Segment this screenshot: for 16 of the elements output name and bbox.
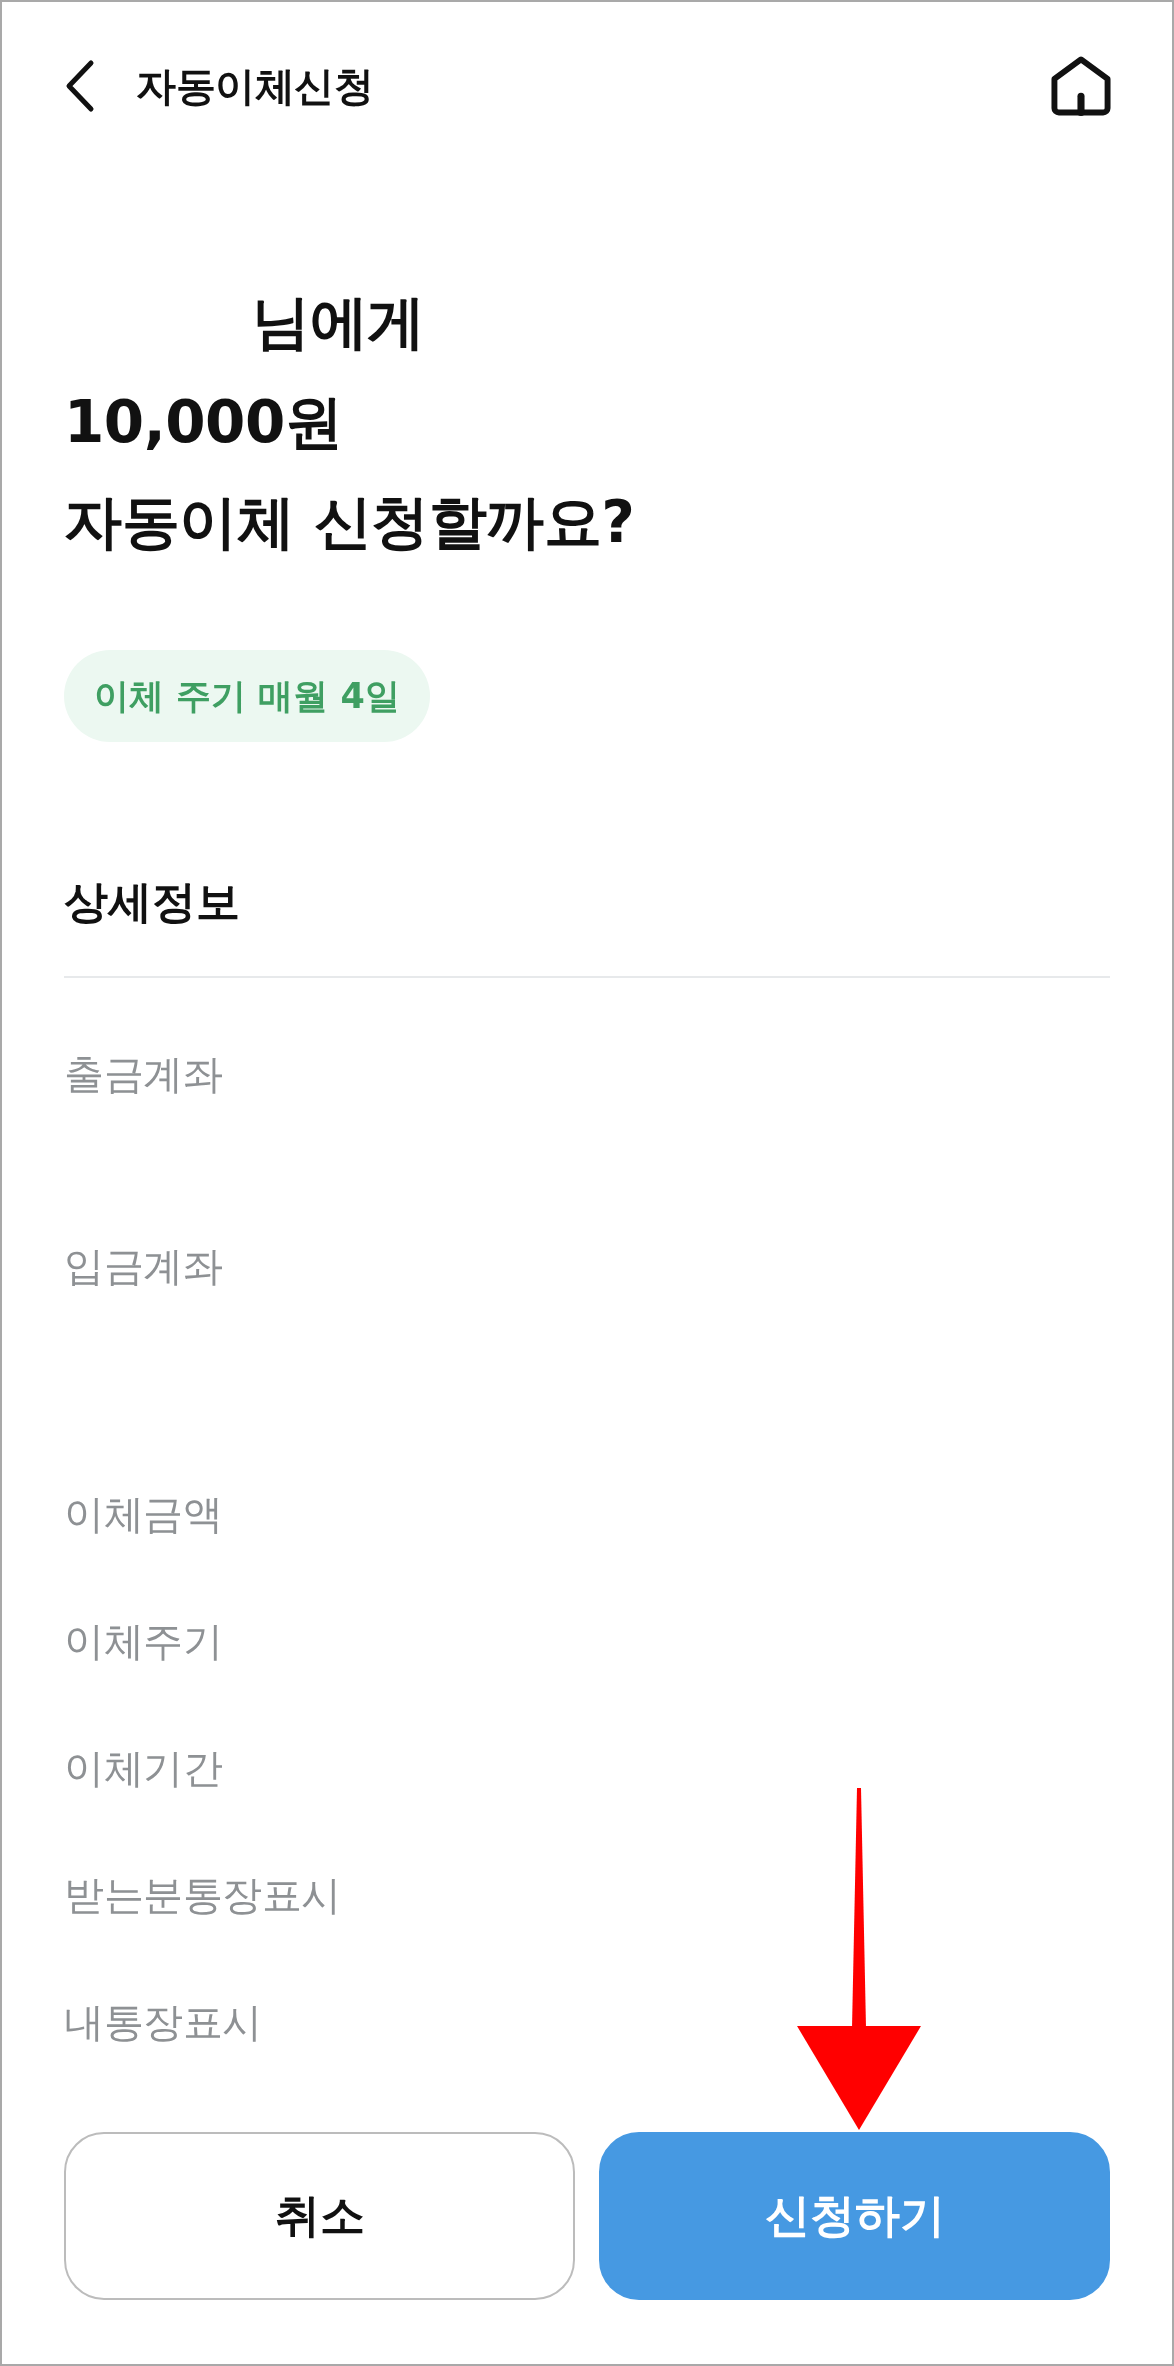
page-title: 자동이체신청: [136, 62, 373, 111]
detail-label: 이체주기: [64, 1618, 222, 1664]
detail-label: 받는분통장표시: [64, 1872, 341, 1918]
transfer-cycle-chip: 이체 주기 매월 4일: [64, 650, 430, 742]
section-title: 상세정보: [64, 875, 240, 929]
detail-label: 이체기간: [64, 1745, 222, 1791]
question-text: 자동이체 신청할까요?: [64, 487, 635, 558]
detail-label: 출금계좌: [64, 1051, 222, 1097]
back-icon[interactable]: [64, 59, 96, 113]
detail-label: 이체금액: [64, 1491, 222, 1537]
amount-text: 10,000원: [64, 387, 344, 458]
home-icon[interactable]: [1050, 55, 1112, 117]
detail-label: 내통장표시: [64, 1999, 262, 2045]
detail-label: 입금계좌: [64, 1243, 222, 1289]
recipient-text: 님에게: [252, 288, 425, 356]
cancel-button[interactable]: 취소: [64, 2132, 575, 2300]
